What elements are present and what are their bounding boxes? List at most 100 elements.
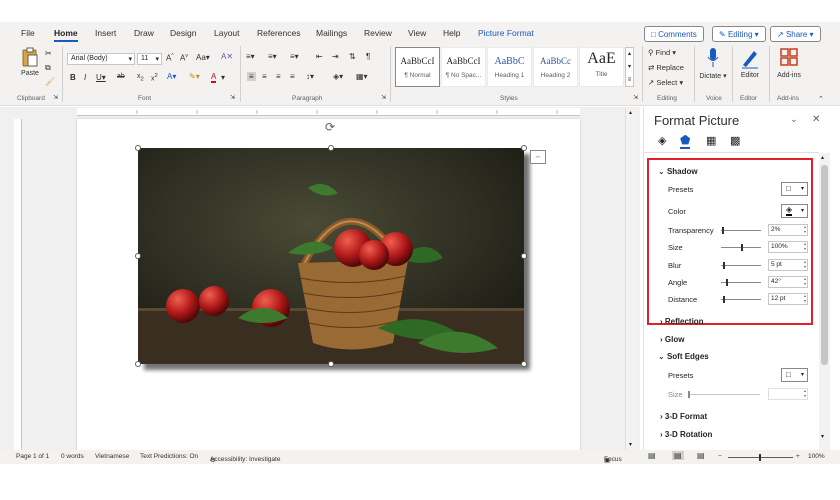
- chevron-down-icon[interactable]: ▾: [221, 73, 225, 82]
- font-name-select[interactable]: Arial (Body) ▾: [67, 53, 135, 65]
- paste-button[interactable]: Paste: [19, 47, 41, 77]
- document-page[interactable]: ⟳ ⌢: [77, 119, 580, 450]
- tab-view[interactable]: View: [408, 28, 426, 38]
- align-center-icon[interactable]: ≡: [262, 72, 267, 81]
- shadow-color-picker[interactable]: ◈ ▾: [781, 204, 808, 218]
- zoom-in-icon[interactable]: +: [796, 453, 800, 460]
- resize-handle[interactable]: [328, 361, 334, 367]
- shading-icon[interactable]: ◈▾: [333, 72, 343, 81]
- font-color-icon[interactable]: A: [211, 72, 217, 83]
- bullets-icon[interactable]: ≡▾: [246, 52, 255, 61]
- subscript-icon[interactable]: x2: [137, 73, 144, 82]
- style-no-spacing[interactable]: AaBbCcI ¶ No Spac...: [441, 47, 486, 87]
- addins-button[interactable]: Add-ins: [773, 47, 805, 79]
- tab-insert[interactable]: Insert: [95, 28, 116, 38]
- page-count[interactable]: Page 1 of 1: [16, 453, 49, 460]
- slider-knob[interactable]: [723, 262, 725, 269]
- slider-knob[interactable]: [723, 296, 726, 303]
- angle-slider[interactable]: [721, 279, 761, 286]
- slider-knob[interactable]: [725, 279, 728, 286]
- size-spinner[interactable]: 100%: [768, 241, 808, 253]
- zoom-out-icon[interactable]: −: [718, 453, 722, 460]
- style-heading-2[interactable]: AaBbCc Heading 2: [533, 47, 578, 87]
- pane-options-icon[interactable]: ⌄: [790, 114, 798, 125]
- tab-layout[interactable]: Layout: [214, 28, 240, 38]
- 3d-format-section-toggle[interactable]: › 3-D Format: [660, 412, 707, 421]
- paragraph-launcher-icon[interactable]: ⇲: [381, 94, 386, 101]
- format-painter-icon[interactable]: 🖌: [45, 77, 55, 86]
- close-icon[interactable]: ✕: [812, 114, 820, 125]
- print-layout-icon[interactable]: ▤: [672, 451, 684, 460]
- soft-edges-presets-picker[interactable]: □ ▾: [781, 368, 808, 382]
- soft-edges-size-spinner[interactable]: [768, 388, 808, 400]
- line-spacing-icon[interactable]: ↕▾: [306, 72, 314, 81]
- cut-icon[interactable]: ✂: [45, 49, 52, 58]
- angle-spinner[interactable]: 42°: [768, 276, 808, 288]
- resize-handle[interactable]: [135, 253, 141, 259]
- web-layout-icon[interactable]: ▤: [697, 451, 705, 460]
- slider-knob[interactable]: [721, 227, 724, 234]
- blur-slider[interactable]: [721, 262, 761, 269]
- tab-references[interactable]: References: [257, 28, 300, 38]
- vertical-ruler[interactable]: [14, 119, 22, 450]
- document-scrollbar[interactable]: ▴ ▾: [625, 107, 638, 450]
- align-left-icon[interactable]: ≡: [247, 72, 256, 81]
- text-effects-icon[interactable]: A▾: [167, 72, 176, 81]
- find-button[interactable]: ⚲ Find ▾: [648, 48, 676, 57]
- copy-icon[interactable]: ⧉: [45, 63, 51, 73]
- soft-edges-size-slider[interactable]: [688, 391, 760, 398]
- styles-launcher-icon[interactable]: ⇲: [633, 94, 638, 101]
- resize-handle[interactable]: [135, 145, 141, 151]
- rotate-handle-icon[interactable]: ⟳: [325, 120, 335, 134]
- distance-slider[interactable]: [721, 296, 761, 303]
- tab-mailings[interactable]: Mailings: [316, 28, 347, 38]
- sort-icon[interactable]: ⇅: [349, 52, 356, 61]
- strikethrough-icon[interactable]: ab: [117, 73, 125, 80]
- scroll-down-icon[interactable]: ▾: [821, 433, 824, 440]
- glow-section-toggle[interactable]: › Glow: [660, 335, 684, 344]
- transparency-spinner[interactable]: 2%: [768, 224, 808, 236]
- slider-knob[interactable]: [741, 244, 743, 251]
- collapse-ribbon-icon[interactable]: ⌃: [818, 95, 824, 103]
- styles-gallery-scroll[interactable]: ▴ ▾ ≡: [625, 47, 634, 87]
- resize-handle[interactable]: [521, 145, 527, 151]
- multilevel-list-icon[interactable]: ≡▾: [290, 52, 299, 61]
- dictate-button[interactable]: Dictate ▾: [698, 47, 728, 80]
- align-right-icon[interactable]: ≡: [276, 72, 281, 81]
- transparency-slider[interactable]: [721, 227, 761, 234]
- underline-icon[interactable]: U▾: [96, 73, 106, 82]
- word-count[interactable]: 0 words: [61, 453, 84, 460]
- effects-icon[interactable]: ⬟: [680, 133, 691, 149]
- change-case-icon[interactable]: Aa▾: [196, 53, 210, 62]
- share-button[interactable]: ↗ Share ▾: [770, 26, 821, 42]
- clipboard-launcher-icon[interactable]: ⇲: [53, 94, 58, 101]
- zoom-slider[interactable]: [728, 454, 793, 461]
- slider-knob[interactable]: [688, 391, 690, 398]
- scroll-down-icon[interactable]: ▾: [629, 441, 632, 448]
- comments-button[interactable]: □ Comments: [644, 26, 704, 42]
- text-predictions-status[interactable]: Text Predictions: On: [140, 453, 198, 460]
- shrink-font-icon[interactable]: Av: [180, 53, 188, 63]
- select-button[interactable]: ↗ Select ▾: [648, 78, 683, 87]
- resize-handle[interactable]: [135, 361, 141, 367]
- tab-picture-format[interactable]: Picture Format: [478, 28, 534, 38]
- tab-review[interactable]: Review: [364, 28, 392, 38]
- justify-icon[interactable]: ≡: [290, 72, 295, 81]
- reflection-section-toggle[interactable]: › Reflection: [660, 317, 704, 326]
- resize-handle[interactable]: [521, 361, 527, 367]
- clear-formatting-icon[interactable]: A✕: [221, 52, 233, 61]
- editor-button[interactable]: Editor: [736, 47, 764, 79]
- superscript-icon[interactable]: x2: [151, 73, 158, 82]
- tab-home[interactable]: Home: [54, 28, 78, 42]
- shadow-section-toggle[interactable]: ⌄ Shadow: [658, 167, 698, 176]
- size-slider[interactable]: [721, 244, 761, 251]
- language-indicator[interactable]: Vietnamese: [95, 453, 129, 460]
- style-title[interactable]: AaE Title: [579, 47, 624, 87]
- zoom-slider-knob[interactable]: [759, 454, 761, 461]
- layout-properties-icon[interactable]: ▦: [706, 134, 716, 147]
- style-normal[interactable]: AaBbCcI ¶ Normal: [395, 47, 440, 87]
- grow-font-icon[interactable]: A^: [166, 53, 174, 63]
- horizontal-ruler[interactable]: [77, 108, 580, 116]
- scroll-up-icon[interactable]: ▴: [821, 154, 824, 161]
- zoom-level[interactable]: 100%: [808, 453, 825, 460]
